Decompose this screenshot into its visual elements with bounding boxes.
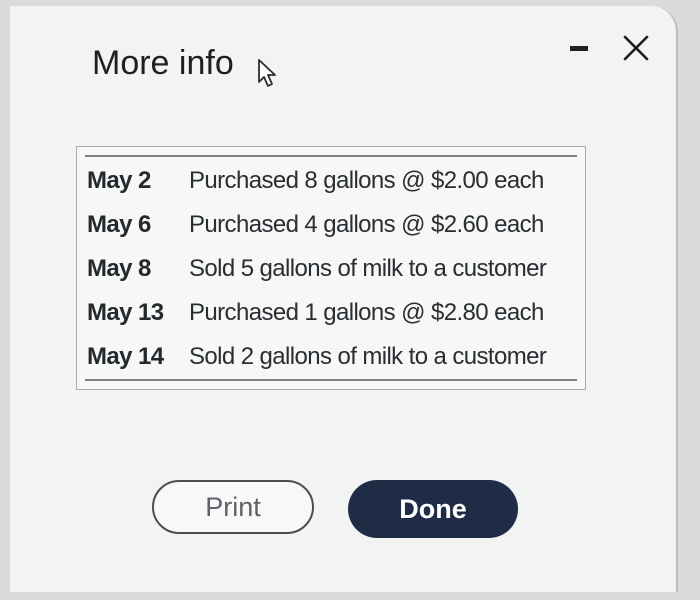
transactions-table: May 2 Purchased 8 gallons @ $2.00 each M…	[76, 146, 586, 390]
table-row: May 2 Purchased 8 gallons @ $2.00 each	[77, 159, 585, 203]
table-top-rule	[85, 155, 577, 157]
dialog-title: More info	[92, 44, 234, 82]
row-date: May 13	[87, 299, 164, 326]
mouse-cursor-icon	[258, 59, 276, 87]
table-row: May 13 Purchased 1 gallons @ $2.80 each	[77, 291, 585, 335]
table-row: May 6 Purchased 4 gallons @ $2.60 each	[77, 203, 585, 247]
row-description: Purchased 8 gallons @ $2.00 each	[189, 167, 544, 194]
minimize-button[interactable]	[568, 34, 592, 62]
row-description: Sold 5 gallons of milk to a customer	[189, 255, 547, 282]
table-row: May 14 Sold 2 gallons of milk to a custo…	[77, 335, 585, 379]
row-description: Purchased 1 gallons @ $2.80 each	[189, 299, 544, 326]
close-button[interactable]	[620, 32, 652, 64]
minimize-icon	[570, 46, 588, 51]
row-date: May 8	[87, 255, 151, 282]
row-date: May 2	[87, 167, 151, 194]
table-row: May 8 Sold 5 gallons of milk to a custom…	[77, 247, 585, 291]
print-button[interactable]: Print	[152, 480, 314, 534]
more-info-dialog: More info May 2 Purchased 8 gallons @ $2…	[10, 6, 678, 592]
row-date: May 6	[87, 211, 151, 238]
row-description: Purchased 4 gallons @ $2.60 each	[189, 211, 544, 238]
table-bottom-rule	[85, 379, 577, 381]
close-icon	[623, 35, 649, 61]
done-button[interactable]: Done	[348, 480, 518, 538]
row-description: Sold 2 gallons of milk to a customer	[189, 343, 547, 370]
row-date: May 14	[87, 343, 164, 370]
